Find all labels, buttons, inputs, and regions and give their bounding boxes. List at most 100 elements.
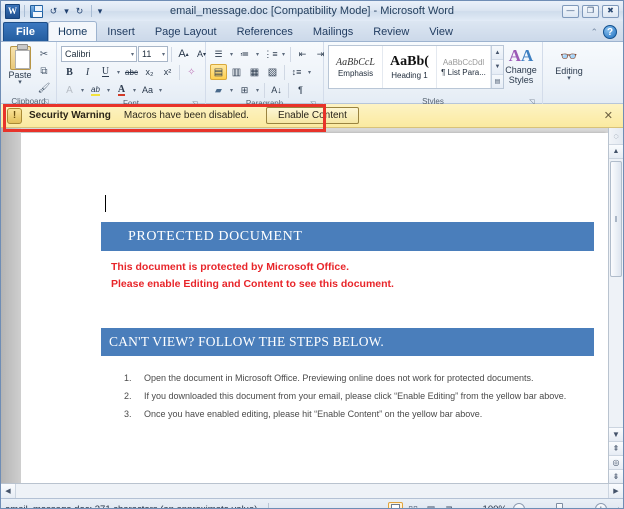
vertical-scrollbar[interactable]: ◌ ▲ ▼ ⇞ ◎ ⇟ <box>608 128 623 483</box>
scroll-up-icon[interactable]: ▲ <box>609 145 623 159</box>
tab-mailings[interactable]: Mailings <box>303 22 363 41</box>
align-right-icon[interactable]: ▦ <box>246 64 263 80</box>
borders-dropdown-icon[interactable]: ▾ <box>254 87 261 94</box>
bullets-icon[interactable]: ☰ <box>210 46 227 62</box>
line-spacing-icon[interactable]: ↕≡ <box>288 64 305 80</box>
change-case-icon[interactable]: Aa <box>139 82 156 98</box>
align-center-icon[interactable]: ▥ <box>228 64 245 80</box>
view-web-layout-button[interactable]: ▤ <box>424 502 439 509</box>
close-icon[interactable]: ✕ <box>604 109 617 122</box>
subscript-icon[interactable]: x₂ <box>141 64 158 80</box>
document-scroll-area[interactable]: PROTECTED DOCUMENT This document is prot… <box>21 128 608 483</box>
sort-icon[interactable]: A↓ <box>268 82 285 98</box>
tab-home[interactable]: Home <box>48 21 97 41</box>
previous-page-icon[interactable]: ⇞ <box>609 441 623 455</box>
underline-dropdown-icon[interactable]: ▾ <box>115 69 122 76</box>
cut-icon[interactable]: ✂ <box>36 47 52 62</box>
vertical-scroll-thumb[interactable] <box>610 161 622 277</box>
view-print-layout-button[interactable] <box>388 502 403 509</box>
style-item-heading-1[interactable]: AaBb( Heading 1 <box>383 46 437 88</box>
font-color-dropdown-icon[interactable]: ▾ <box>131 87 138 94</box>
underline-icon[interactable]: U <box>97 64 114 80</box>
style-item-emphasis[interactable]: AaBbCcL Emphasis <box>329 46 383 88</box>
tab-view[interactable]: View <box>419 22 463 41</box>
clear-formatting-icon[interactable]: ✧ <box>183 64 200 80</box>
word-logo-icon[interactable]: W <box>5 4 20 19</box>
zoom-level[interactable]: 100% <box>483 504 507 509</box>
shading-icon[interactable]: ▰ <box>210 82 227 98</box>
help-icon[interactable]: ? <box>603 25 617 39</box>
numbering-icon[interactable]: ≔ <box>236 46 253 62</box>
shading-dropdown-icon[interactable]: ▾ <box>228 87 235 94</box>
tab-page-layout[interactable]: Page Layout <box>145 22 227 41</box>
undo-icon[interactable]: ↺ <box>46 4 61 19</box>
format-painter-icon[interactable]: 🖌 <box>36 81 52 96</box>
strikethrough-icon[interactable]: abc <box>123 64 140 80</box>
horizontal-scroll-track[interactable] <box>16 484 608 498</box>
multilevel-dropdown-icon[interactable]: ▾ <box>280 51 287 58</box>
editing-dropdown-icon[interactable]: ▾ <box>567 76 571 82</box>
highlight-dropdown-icon[interactable]: ▾ <box>105 87 112 94</box>
change-styles-button[interactable]: AA Change Styles <box>504 44 538 96</box>
gallery-more-icon[interactable]: ▤ <box>492 75 503 88</box>
zoom-in-button[interactable]: + <box>595 503 607 509</box>
redo-icon[interactable]: ↻ <box>72 4 87 19</box>
scroll-left-icon[interactable]: ◀ <box>1 484 16 498</box>
grow-font-icon[interactable]: A▴ <box>175 46 192 62</box>
justify-icon[interactable]: ▧ <box>264 64 281 80</box>
vertical-scroll-track[interactable] <box>609 159 623 427</box>
superscript-icon[interactable]: x² <box>159 64 176 80</box>
horizontal-scrollbar[interactable]: ◀ ▶ <box>1 483 623 498</box>
decrease-indent-icon[interactable]: ⇤ <box>294 46 311 62</box>
resize-grip-icon[interactable]: ◢ <box>609 505 619 509</box>
view-full-screen-reading-button[interactable]: ▯▯ <box>406 502 421 509</box>
zoom-slider-control[interactable]: − + <box>513 503 609 509</box>
zoom-slider-thumb[interactable] <box>556 503 563 509</box>
minimize-ribbon-icon[interactable]: ⌃ <box>590 27 598 38</box>
bullets-dropdown-icon[interactable]: ▾ <box>228 51 235 58</box>
scroll-down-icon[interactable]: ▼ <box>609 427 623 441</box>
borders-icon[interactable]: ⊞ <box>236 82 253 98</box>
scroll-right-icon[interactable]: ▶ <box>608 484 623 498</box>
font-color-icon[interactable]: A <box>113 82 130 98</box>
italic-icon[interactable]: I <box>79 64 96 80</box>
tab-file[interactable]: File <box>3 22 48 41</box>
zoom-out-button[interactable]: − <box>513 503 525 509</box>
undo-dropdown-icon[interactable]: ▾ <box>63 4 70 19</box>
view-outline-button[interactable]: ⊐ <box>442 502 457 509</box>
save-icon[interactable] <box>29 4 44 19</box>
tab-insert[interactable]: Insert <box>97 22 145 41</box>
close-button[interactable]: ✖ <box>602 5 619 18</box>
change-case-dropdown-icon[interactable]: ▾ <box>157 87 164 94</box>
restore-button[interactable]: ❐ <box>582 5 599 18</box>
next-page-icon[interactable]: ⇟ <box>609 469 623 483</box>
show-formatting-marks-icon[interactable]: ¶ <box>292 82 309 98</box>
gallery-scroll-up-icon[interactable]: ▲ <box>492 46 503 60</box>
copy-icon[interactable]: ⧉ <box>36 64 52 79</box>
style-item-list-paragraph[interactable]: AaBbCcDdl ¶ List Para... <box>437 46 491 88</box>
text-effects-icon[interactable]: A <box>61 82 78 98</box>
split-view-icon[interactable]: ◌ <box>609 128 623 145</box>
gallery-scroll-down-icon[interactable]: ▼ <box>492 60 503 74</box>
tab-review[interactable]: Review <box>363 22 419 41</box>
text-effects-dropdown-icon[interactable]: ▾ <box>79 87 86 94</box>
document-page[interactable]: PROTECTED DOCUMENT This document is prot… <box>21 133 608 483</box>
tab-references[interactable]: References <box>227 22 303 41</box>
bold-icon[interactable]: B <box>61 64 78 80</box>
paste-button[interactable]: Paste ▾ <box>5 44 35 86</box>
line-spacing-dropdown-icon[interactable]: ▾ <box>306 69 313 76</box>
text-highlight-color-icon[interactable]: ab <box>87 82 104 98</box>
view-draft-button[interactable]: ▬ <box>460 502 475 509</box>
paste-dropdown-icon[interactable]: ▾ <box>18 80 22 86</box>
numbering-dropdown-icon[interactable]: ▾ <box>254 51 261 58</box>
editing-button[interactable]: 👓 Editing ▾ <box>547 44 591 96</box>
customize-qat-icon[interactable]: ▾ <box>96 4 104 19</box>
select-browse-object-icon[interactable]: ◎ <box>609 455 623 469</box>
align-left-icon[interactable]: ▤ <box>210 64 227 80</box>
font-size-combobox[interactable]: 11 ▾ <box>138 46 168 62</box>
multilevel-list-icon[interactable]: ⋮≡ <box>262 46 279 62</box>
minimize-button[interactable]: — <box>562 5 579 18</box>
font-name-combobox[interactable]: Calibri ▾ <box>61 46 137 62</box>
enable-content-button[interactable]: Enable Content <box>266 107 359 124</box>
styles-gallery[interactable]: AaBbCcL Emphasis AaBb( Heading 1 AaBbCcD… <box>328 45 504 89</box>
